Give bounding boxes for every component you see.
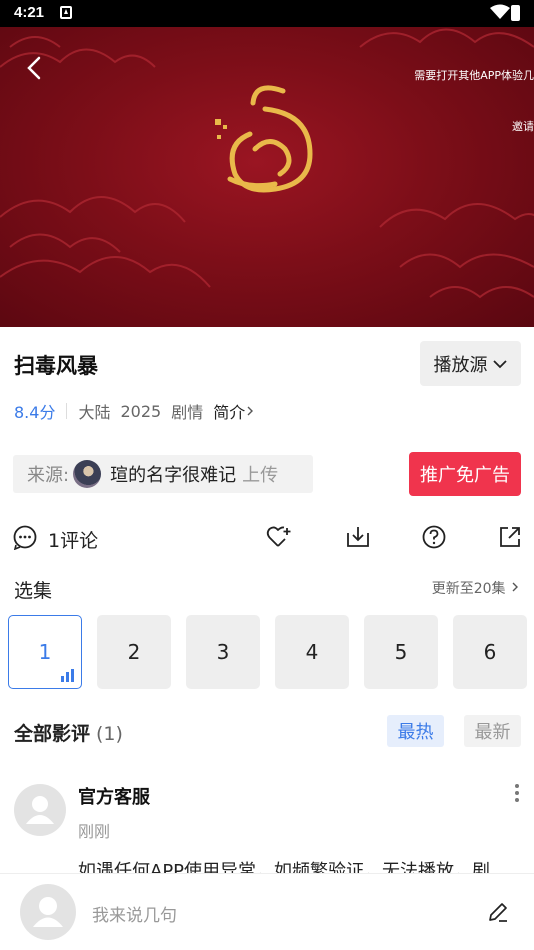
play-source-button[interactable]: 播放源 [420, 341, 521, 386]
video-meta: 8.4分 大陆 2025 剧情 简介 [14, 399, 255, 423]
episode-button[interactable]: 1 [8, 615, 82, 689]
uploader-name: 瑄的名字很难记 [110, 465, 237, 486]
intro-link[interactable]: 简介 [213, 399, 255, 423]
favorite-add-icon[interactable] [266, 524, 292, 550]
review-time: 刚刚 [78, 822, 111, 841]
reviews-count: (1) [96, 723, 123, 745]
review-author: 官方客服 [78, 787, 150, 808]
chevron-right-icon [247, 406, 254, 416]
episode-label: 3 [216, 640, 230, 664]
edit-icon[interactable] [486, 900, 510, 924]
status-bar: 4:21 [0, 0, 534, 27]
episode-button[interactable]: 4 [275, 615, 349, 689]
source-label: 来源: [27, 465, 70, 486]
back-icon[interactable] [20, 53, 50, 83]
episodes-update-link[interactable]: 更新至20集 [432, 578, 520, 598]
play-source-label: 播放源 [433, 354, 488, 376]
reviews-title: 全部影评 (1) [14, 719, 123, 746]
chevron-down-icon [492, 359, 507, 368]
comment-icon[interactable] [12, 524, 38, 550]
action-bar: 1评论 [0, 518, 534, 558]
episode-label: 1 [38, 640, 52, 664]
sort-new-button[interactable]: 最新 [464, 715, 521, 747]
episode-label: 2 [127, 640, 141, 664]
episode-button[interactable]: 2 [97, 615, 171, 689]
genre: 剧情 [171, 403, 204, 422]
episode-button[interactable]: 5 [364, 615, 438, 689]
marquee-text-2: 邀请 [512, 120, 534, 133]
comment-bar: 我来说几句 [0, 873, 534, 950]
video-player[interactable]: 需要打开其他APP体验几 邀请 [0, 27, 534, 327]
year: 2025 [120, 401, 162, 421]
comment-count[interactable]: 1评论 [48, 526, 98, 553]
intro-label: 简介 [213, 403, 246, 422]
review-avatar[interactable] [14, 784, 66, 836]
default-avatar-icon [33, 897, 63, 927]
episodes-title: 选集 [14, 580, 53, 602]
episode-button[interactable]: 3 [186, 615, 260, 689]
download-icon[interactable] [345, 524, 371, 550]
region: 大陆 [78, 403, 111, 422]
video-title: 扫毒风暴 [14, 354, 98, 378]
notification-icon [60, 6, 72, 19]
episode-label: 6 [483, 640, 497, 664]
episode-button[interactable]: 6 [453, 615, 527, 689]
reviews-title-label: 全部影评 [14, 723, 91, 745]
sort-hot-button[interactable]: 最热 [387, 715, 444, 747]
divider [66, 403, 68, 419]
comment-input[interactable]: 我来说几句 [92, 901, 177, 926]
user-avatar [20, 884, 76, 940]
promo-no-ads-button[interactable]: 推广免广告 [409, 452, 521, 496]
episodes-update-label: 更新至20集 [431, 581, 506, 597]
more-options-icon[interactable] [510, 784, 524, 804]
marquee-text: 需要打开其他APP体验几 [414, 69, 534, 82]
help-icon[interactable] [421, 524, 447, 550]
battery-icon [511, 5, 520, 21]
score: 8.4分 [14, 403, 56, 422]
dragon-logo [215, 85, 313, 193]
now-playing-icon [61, 669, 74, 682]
wifi-icon [490, 4, 510, 19]
episode-label: 5 [394, 640, 408, 664]
default-avatar-icon [26, 796, 54, 824]
chevron-right-icon [512, 582, 518, 592]
uploader-info[interactable]: 来源: 瑄的名字很难记 上传 [13, 455, 313, 493]
episode-label: 4 [305, 640, 319, 664]
upload-label: 上传 [242, 465, 279, 486]
share-icon[interactable] [497, 524, 523, 550]
uploader-avatar [73, 460, 102, 488]
status-time: 4:21 [14, 4, 45, 21]
